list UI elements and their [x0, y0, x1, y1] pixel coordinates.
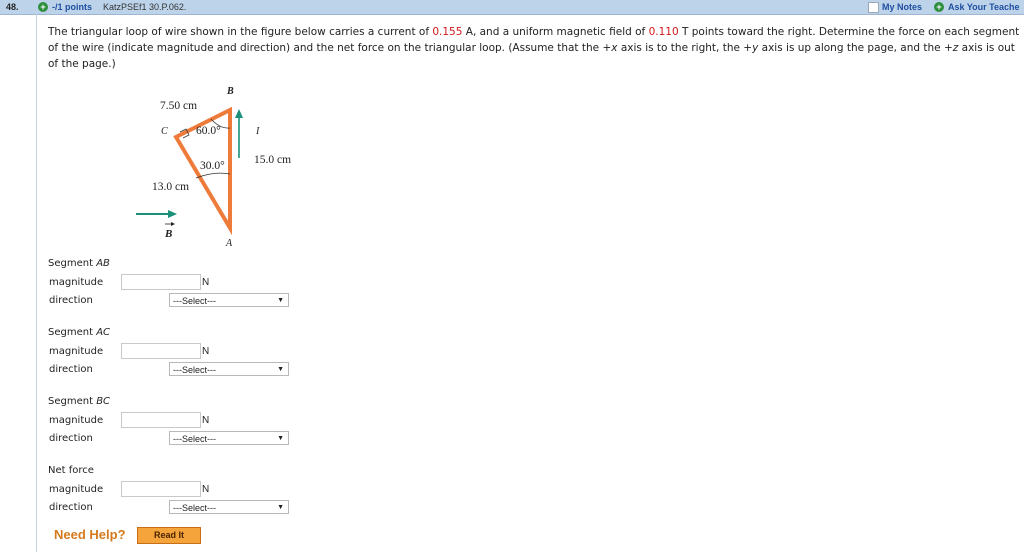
segment-ac-magnitude-input[interactable] — [121, 343, 201, 359]
unit-label: N — [202, 415, 210, 426]
angle-label-60: 60.0° — [196, 125, 221, 137]
unit-label: N — [202, 346, 210, 357]
net-force-magnitude-input[interactable] — [121, 481, 201, 497]
segment-bc-direction-select[interactable]: ---Select--- ▼ — [169, 431, 289, 445]
magnitude-label: magnitude — [49, 484, 104, 495]
magnitude-label: magnitude — [49, 346, 104, 357]
segment-title-var: AC — [96, 327, 111, 338]
magnitude-label: magnitude — [49, 277, 104, 288]
segment-ab-magnitude-input[interactable] — [121, 274, 201, 290]
segment-title: Segment AB — [48, 258, 110, 269]
read-it-button[interactable]: Read It — [137, 527, 201, 544]
net-force-direction-select[interactable]: ---Select--- ▼ — [169, 500, 289, 514]
direction-label: direction — [49, 433, 93, 444]
angle-label-30: 30.0° — [200, 160, 225, 172]
need-help-label: Need Help? — [54, 527, 126, 542]
dropdown-caret-icon: ▼ — [277, 297, 284, 304]
segment-ab-direction-select[interactable]: ---Select--- ▼ — [169, 293, 289, 307]
segment-title: Segment BC — [48, 396, 110, 407]
segment-title-prefix: Segment — [48, 327, 97, 338]
segment-title: Net force — [48, 465, 94, 476]
length-label-cb: 7.50 cm — [160, 100, 197, 112]
length-label-ab: 15.0 cm — [254, 154, 291, 166]
magnitude-label: magnitude — [49, 415, 104, 426]
vertex-label-c: C — [161, 126, 168, 137]
segment-title-prefix: Segment — [48, 258, 97, 269]
dropdown-caret-icon: ▼ — [277, 366, 284, 373]
unit-label: N — [202, 484, 210, 495]
length-label-ac: 13.0 cm — [152, 181, 189, 193]
direction-label: direction — [49, 295, 93, 306]
direction-label: direction — [49, 364, 93, 375]
vector-bar-head — [171, 222, 175, 226]
segment-title: Segment AC — [48, 327, 110, 338]
select-value: ---Select--- — [173, 503, 216, 513]
field-label-b: B — [164, 228, 172, 240]
unit-label: N — [202, 277, 210, 288]
vertex-label-a: A — [225, 238, 233, 249]
segment-title-prefix: Net force — [48, 465, 94, 476]
current-arrowhead — [235, 109, 243, 118]
segment-title-prefix: Segment — [48, 396, 97, 407]
segment-title-var: BC — [96, 396, 111, 407]
select-value: ---Select--- — [173, 296, 216, 306]
segment-bc-magnitude-input[interactable] — [121, 412, 201, 428]
select-value: ---Select--- — [173, 365, 216, 375]
current-label-i: I — [255, 126, 260, 137]
select-value: ---Select--- — [173, 434, 216, 444]
field-arrowhead — [168, 210, 177, 218]
direction-label: direction — [49, 502, 93, 513]
vertex-label-b: B — [226, 86, 234, 97]
dropdown-caret-icon: ▼ — [277, 504, 284, 511]
segment-title-var: AB — [96, 258, 110, 269]
segment-ac-direction-select[interactable]: ---Select--- ▼ — [169, 362, 289, 376]
dropdown-caret-icon: ▼ — [277, 435, 284, 442]
